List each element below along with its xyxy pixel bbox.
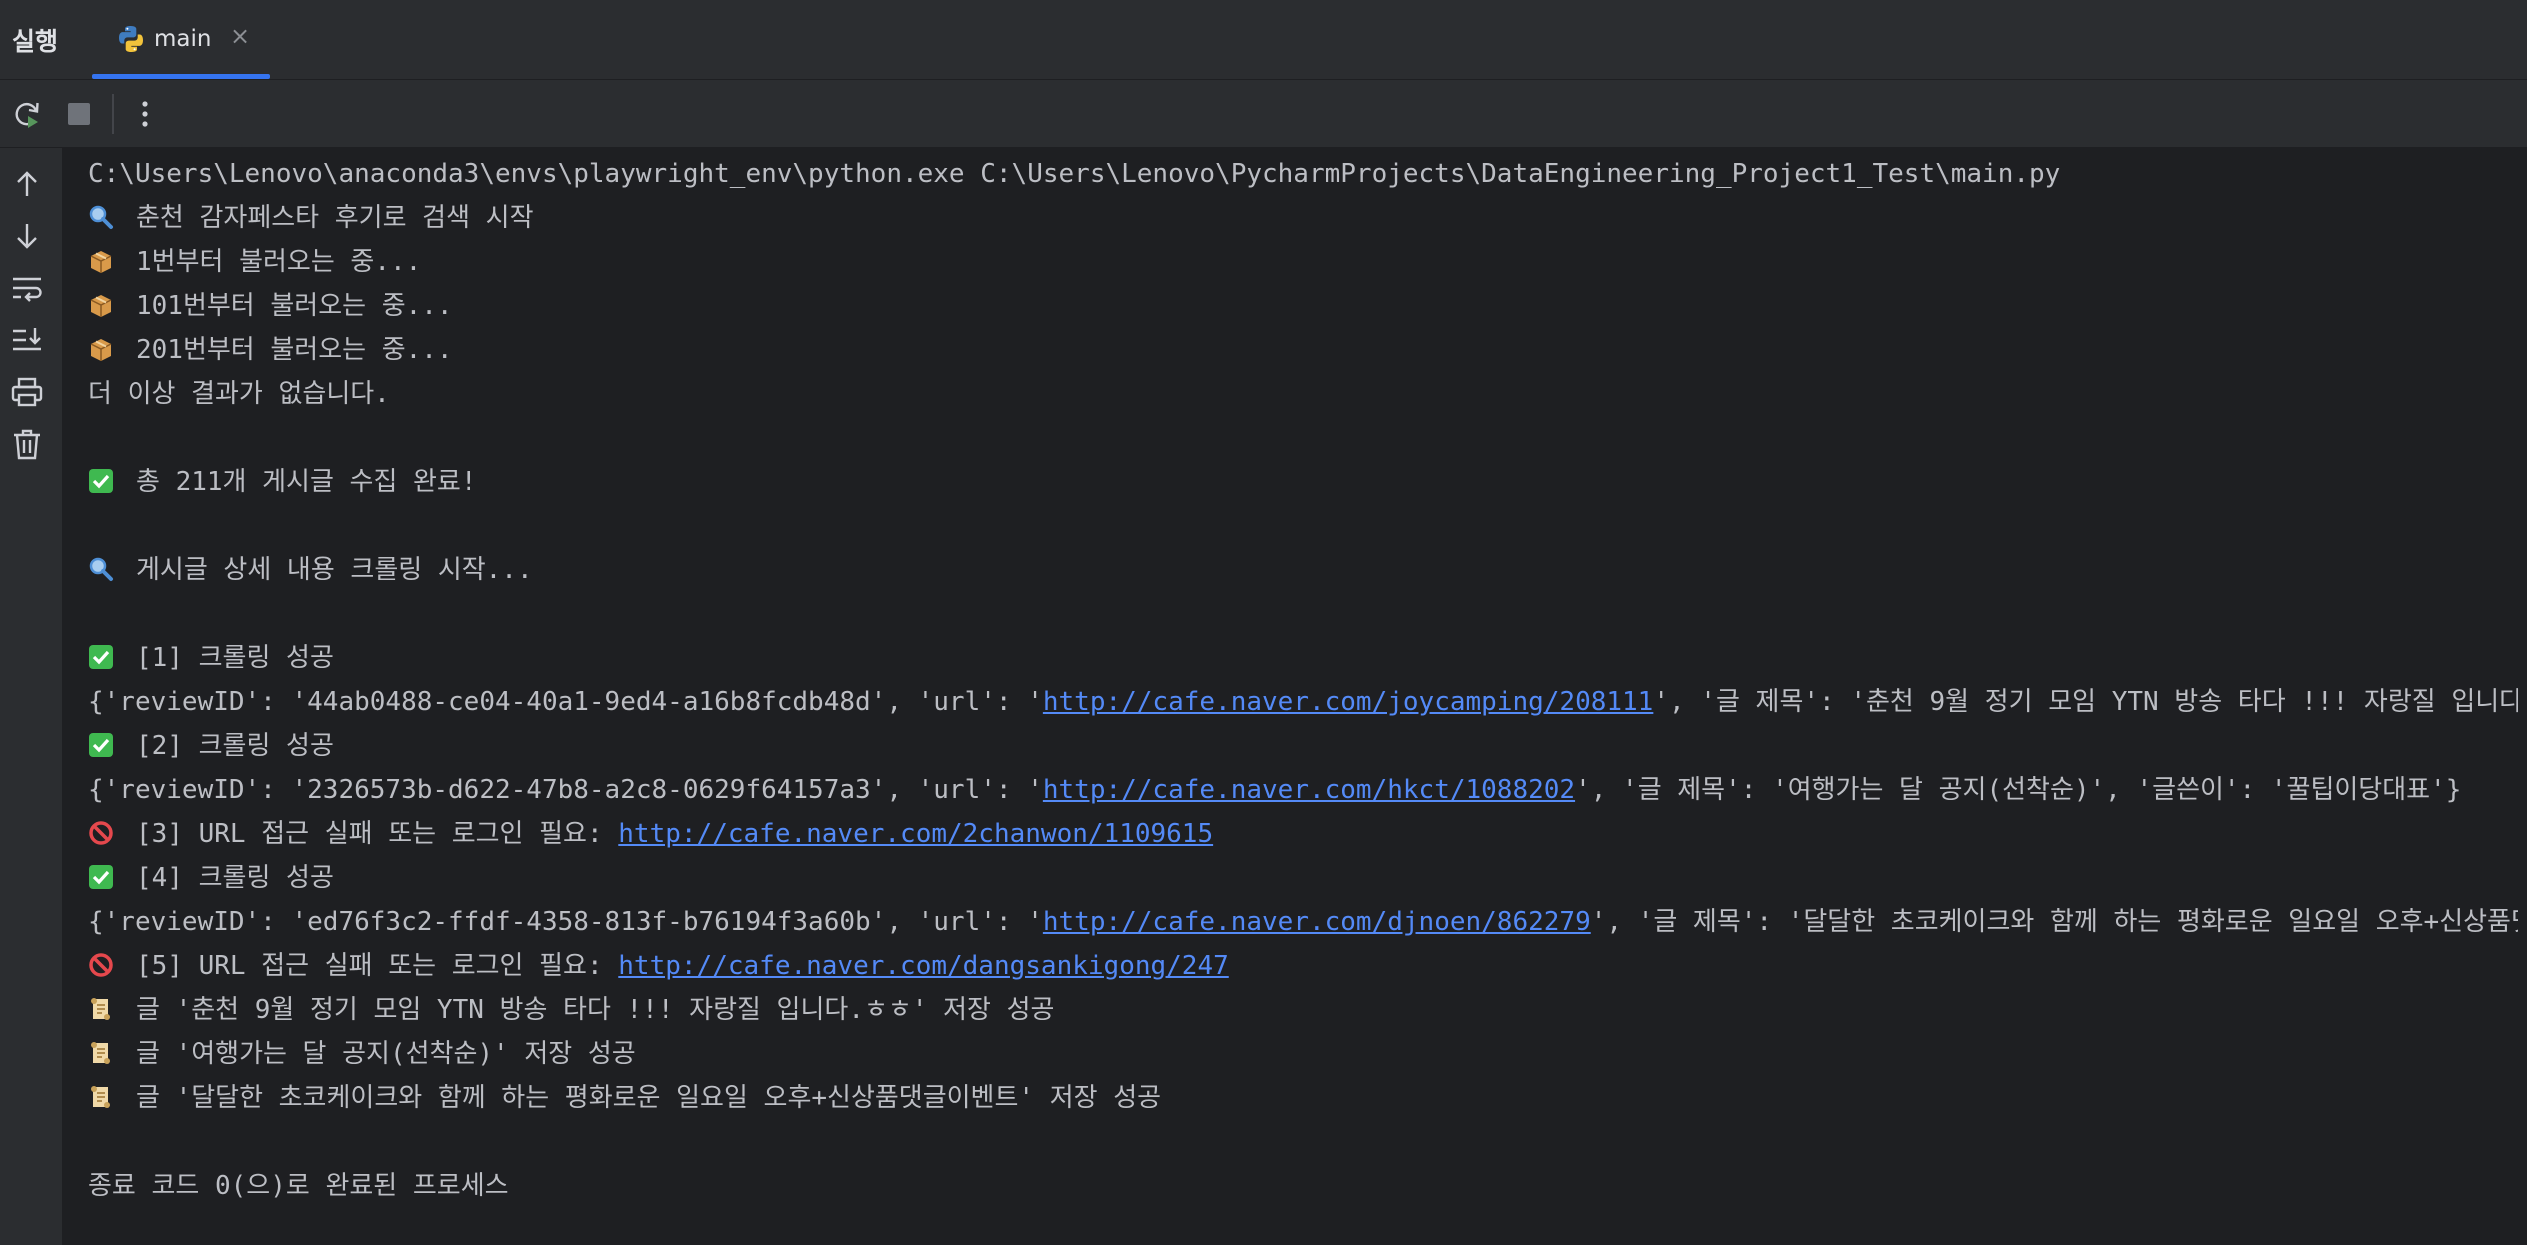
run-toolbar	[0, 80, 2527, 148]
rerun-icon[interactable]	[9, 96, 45, 132]
scroll-icon	[91, 1086, 110, 1108]
package-icon	[90, 339, 112, 361]
scroll-up-icon[interactable]	[9, 166, 45, 202]
console-line: 201번부터 불러오는 중...	[88, 328, 2518, 372]
url-link[interactable]: http://cafe.naver.com/2chanwon/1109615	[618, 819, 1213, 849]
console-line: 더 이상 결과가 없습니다.	[88, 379, 390, 409]
trash-icon[interactable]	[9, 426, 45, 462]
url-link[interactable]: http://cafe.naver.com/djnoen/862279	[1043, 907, 1591, 937]
prohibited-icon	[89, 953, 113, 977]
close-tab-icon[interactable]: ×	[230, 22, 250, 50]
check-mark-icon	[89, 733, 113, 757]
console-line: {'reviewID': 'ed76f3c2-ffdf-4358-813f-b7…	[88, 907, 2518, 937]
console-line: 1번부터 불러오는 중...	[88, 240, 2518, 284]
prohibited-icon	[89, 821, 113, 845]
console-output[interactable]: C:\Users\Lenovo\anaconda3\envs\playwrigh…	[88, 152, 2518, 1242]
console-line: [2] 크롤링 성공	[88, 724, 2518, 768]
console-line: {'reviewID': '44ab0488-ce04-40a1-9ed4-a1…	[88, 687, 2518, 717]
console-line: 글 '여행가는 달 공지(선착순)' 저장 성공	[88, 1032, 2518, 1076]
scroll-icon	[91, 998, 110, 1020]
magnifier-icon	[89, 205, 113, 229]
package-icon	[90, 251, 112, 273]
check-mark-icon	[89, 469, 113, 493]
tab-label: main	[154, 26, 212, 52]
active-tab-indicator	[92, 74, 270, 79]
run-panel-title: 실행	[12, 27, 59, 56]
console-line: 총 211개 게시글 수집 완료!	[88, 460, 2518, 504]
toolbar-separator	[112, 94, 114, 134]
tab-main[interactable]: main ×	[92, 0, 270, 79]
console-line: [1] 크롤링 성공	[88, 636, 2518, 680]
scroll-to-end-icon[interactable]	[9, 322, 45, 358]
run-tool-window-header: 실행 main ×	[0, 0, 2527, 80]
scroll-icon	[91, 1042, 110, 1064]
soft-wrap-icon[interactable]	[9, 270, 45, 306]
console-line: 글 '춘천 9월 정기 모임 YTN 방송 타다 !!! 자랑질 입니다.ㅎㅎ'…	[88, 988, 2518, 1032]
console-line: [3] URL 접근 실패 또는 로그인 필요: http://cafe.nav…	[88, 812, 2518, 856]
scroll-down-icon[interactable]	[9, 218, 45, 254]
check-mark-icon	[89, 865, 113, 889]
more-icon[interactable]	[127, 96, 163, 132]
print-icon[interactable]	[9, 374, 45, 410]
console-line: 게시글 상세 내용 크롤링 시작...	[88, 548, 2518, 592]
console-line: 101번부터 불러오는 중...	[88, 284, 2518, 328]
package-icon	[90, 295, 112, 317]
url-link[interactable]: http://cafe.naver.com/hkct/1088202	[1043, 775, 1575, 805]
console-line: C:\Users\Lenovo\anaconda3\envs\playwrigh…	[88, 159, 2061, 189]
console-line: 춘천 감자페스타 후기로 검색 시작	[88, 196, 2518, 240]
url-link[interactable]: http://cafe.naver.com/joycamping/208111	[1043, 687, 1653, 717]
magnifier-icon	[89, 557, 113, 581]
console-sidebar	[0, 148, 62, 1245]
url-link[interactable]: http://cafe.naver.com/dangsankigong/247	[618, 951, 1228, 981]
python-icon	[119, 26, 143, 52]
check-mark-icon	[89, 645, 113, 669]
stop-icon[interactable]	[61, 96, 97, 132]
console-line: [5] URL 접근 실패 또는 로그인 필요: http://cafe.nav…	[88, 944, 2518, 988]
console-line: {'reviewID': '2326573b-d622-47b8-a2c8-06…	[88, 775, 2462, 805]
console-line: 글 '달달한 초코케이크와 함께 하는 평화로운 일요일 오후+신상품댓글이벤트…	[88, 1076, 2518, 1120]
console-line: 종료 코드 0(으)로 완료된 프로세스	[88, 1171, 509, 1201]
console-line: [4] 크롤링 성공	[88, 856, 2518, 900]
